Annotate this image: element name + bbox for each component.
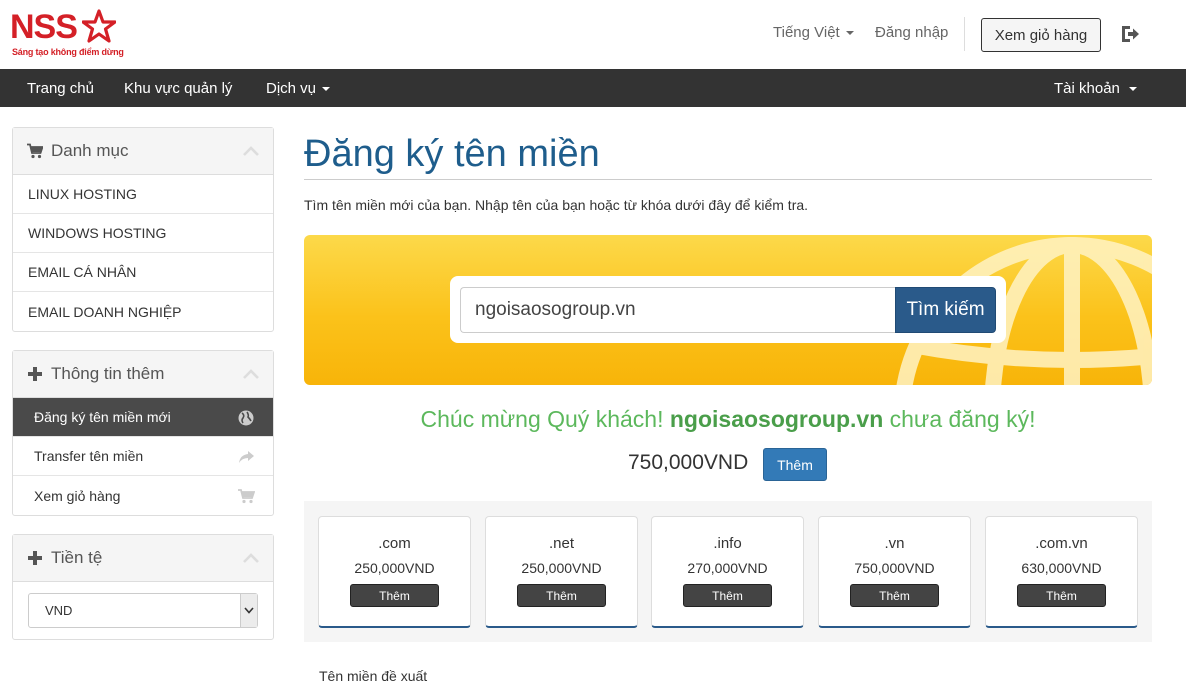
- tld-add-button[interactable]: Thêm: [683, 584, 772, 607]
- caret-down-icon: [845, 31, 854, 36]
- sidebar-item-label: Transfer tên miền: [34, 448, 144, 464]
- tld-name: .vn: [884, 535, 905, 552]
- sidebar-item-windows-hosting[interactable]: WINDOWS HOSTING: [13, 214, 273, 253]
- sidebar-item-register-domain[interactable]: Đăng ký tên miền mới: [13, 398, 273, 437]
- categories-title: Danh mục: [51, 141, 129, 160]
- tld-price: 250,000VND: [521, 560, 602, 576]
- tld-card: .net 250,000VND Thêm: [485, 516, 638, 628]
- availability-message: Chúc mừng Quý khách! ngoisaosogroup.vn c…: [304, 406, 1152, 433]
- add-to-cart-button[interactable]: Thêm: [763, 448, 827, 481]
- more-info-header[interactable]: Thông tin thêm: [13, 351, 273, 398]
- currency-selected-value: VND: [45, 603, 73, 618]
- domain-search-input[interactable]: ngoisaosogroup.vn: [460, 287, 896, 333]
- categories-header[interactable]: Danh mục: [13, 128, 273, 175]
- page-title: Đăng ký tên miền: [304, 133, 600, 175]
- categories-panel: Danh mục LINUX HOSTING WINDOWS HOSTING E…: [12, 127, 274, 332]
- caret-down-icon: [1128, 87, 1137, 92]
- title-divider: [304, 179, 1152, 180]
- nav-account-label: Tài khoản: [1054, 80, 1120, 97]
- chevron-up-icon[interactable]: [243, 553, 259, 563]
- logo-text: NSS: [10, 8, 78, 46]
- brand-logo[interactable]: NSS Sáng tạo không điểm dừng: [10, 8, 124, 60]
- sidebar-item-email-personal[interactable]: EMAIL CÁ NHÂN: [13, 253, 273, 292]
- currency-panel: Tiền tệ VND: [12, 534, 274, 640]
- plus-icon: [28, 551, 42, 565]
- available-domain: ngoisaosogroup.vn: [669, 406, 884, 432]
- chevron-down-icon[interactable]: [240, 594, 257, 627]
- tld-price: 630,000VND: [1021, 560, 1102, 576]
- nav-services[interactable]: Dịch vụ: [266, 80, 331, 97]
- nav-services-label: Dịch vụ: [266, 80, 317, 97]
- sidebar-item-transfer-domain[interactable]: Transfer tên miền: [13, 437, 273, 476]
- tld-name: .net: [548, 535, 575, 552]
- search-button[interactable]: Tìm kiếm: [895, 287, 996, 333]
- sidebar-item-linux-hosting[interactable]: LINUX HOSTING: [13, 175, 273, 214]
- globe-icon: [238, 410, 254, 426]
- tld-name: .com: [378, 535, 411, 552]
- availability-prefix: Chúc mừng Quý khách!: [420, 406, 664, 432]
- login-link[interactable]: Đăng nhập: [875, 24, 948, 41]
- logout-icon[interactable]: [1120, 24, 1140, 44]
- tld-add-button[interactable]: Thêm: [517, 584, 606, 607]
- tld-list: .com 250,000VND Thêm .net 250,000VND Thê…: [304, 501, 1152, 642]
- tld-card: .com.vn 630,000VND Thêm: [985, 516, 1138, 628]
- intro-text: Tìm tên miền mới của bạn. Nhập tên của b…: [304, 197, 809, 213]
- main-navbar: Trang chủ Khu vực quản lý Dịch vụ Tài kh…: [0, 69, 1186, 107]
- sidebar-item-label: Đăng ký tên miền mới: [34, 409, 171, 425]
- divider: [964, 17, 965, 51]
- tld-card: .info 270,000VND Thêm: [651, 516, 804, 628]
- tld-price: 270,000VND: [687, 560, 768, 576]
- tld-name: .com.vn: [1035, 535, 1088, 552]
- logo-tagline: Sáng tạo không điểm dừng: [12, 47, 124, 57]
- chevron-up-icon[interactable]: [243, 146, 259, 156]
- plus-icon: [28, 367, 42, 381]
- more-info-title: Thông tin thêm: [51, 364, 165, 383]
- share-arrow-icon: [239, 451, 254, 463]
- tld-card: .vn 750,000VND Thêm: [818, 516, 971, 628]
- tld-price: 750,000VND: [854, 560, 935, 576]
- nav-home[interactable]: Trang chủ: [27, 80, 94, 97]
- shopping-cart-icon: [238, 489, 255, 504]
- currency-select[interactable]: VND: [28, 593, 258, 628]
- sidebar-item-email-business[interactable]: EMAIL DOANH NGHIỆP: [13, 292, 273, 331]
- language-dropdown[interactable]: Tiếng Việt: [773, 24, 854, 41]
- nav-client-area[interactable]: Khu vực quản lý: [124, 80, 232, 97]
- caret-down-icon: [322, 87, 331, 92]
- suggested-domains-heading: Tên miền đề xuất: [319, 668, 428, 684]
- sidebar-item-view-cart[interactable]: Xem giỏ hàng: [13, 476, 273, 515]
- currency-header[interactable]: Tiền tệ: [13, 535, 273, 582]
- domain-price: 750,000VND: [628, 451, 749, 474]
- currency-select-wrap: VND: [13, 582, 273, 639]
- availability-suffix: chưa đăng ký!: [889, 406, 1036, 432]
- tld-card: .com 250,000VND Thêm: [318, 516, 471, 628]
- tld-add-button[interactable]: Thêm: [850, 584, 939, 607]
- shopping-cart-icon: [27, 143, 43, 159]
- chevron-up-icon[interactable]: [243, 369, 259, 379]
- search-box: ngoisaosogroup.vn Tìm kiếm: [450, 276, 1006, 343]
- sidebar-item-label: Xem giỏ hàng: [34, 487, 121, 504]
- tld-price: 250,000VND: [354, 560, 435, 576]
- top-header: NSS Sáng tạo không điểm dừng Tiếng Việt …: [0, 0, 1186, 69]
- language-label: Tiếng Việt: [773, 24, 840, 41]
- more-info-panel: Thông tin thêm Đăng ký tên miền mới Tran…: [12, 350, 274, 516]
- view-cart-button[interactable]: Xem giỏ hàng: [981, 18, 1101, 52]
- nav-account[interactable]: Tài khoản: [1054, 80, 1137, 97]
- currency-title: Tiền tệ: [51, 548, 103, 567]
- tld-add-button[interactable]: Thêm: [1017, 584, 1106, 607]
- star-icon: [82, 9, 116, 43]
- tld-add-button[interactable]: Thêm: [350, 584, 439, 607]
- domain-search-banner: ngoisaosogroup.vn Tìm kiếm: [304, 235, 1152, 385]
- tld-name: .info: [713, 535, 742, 552]
